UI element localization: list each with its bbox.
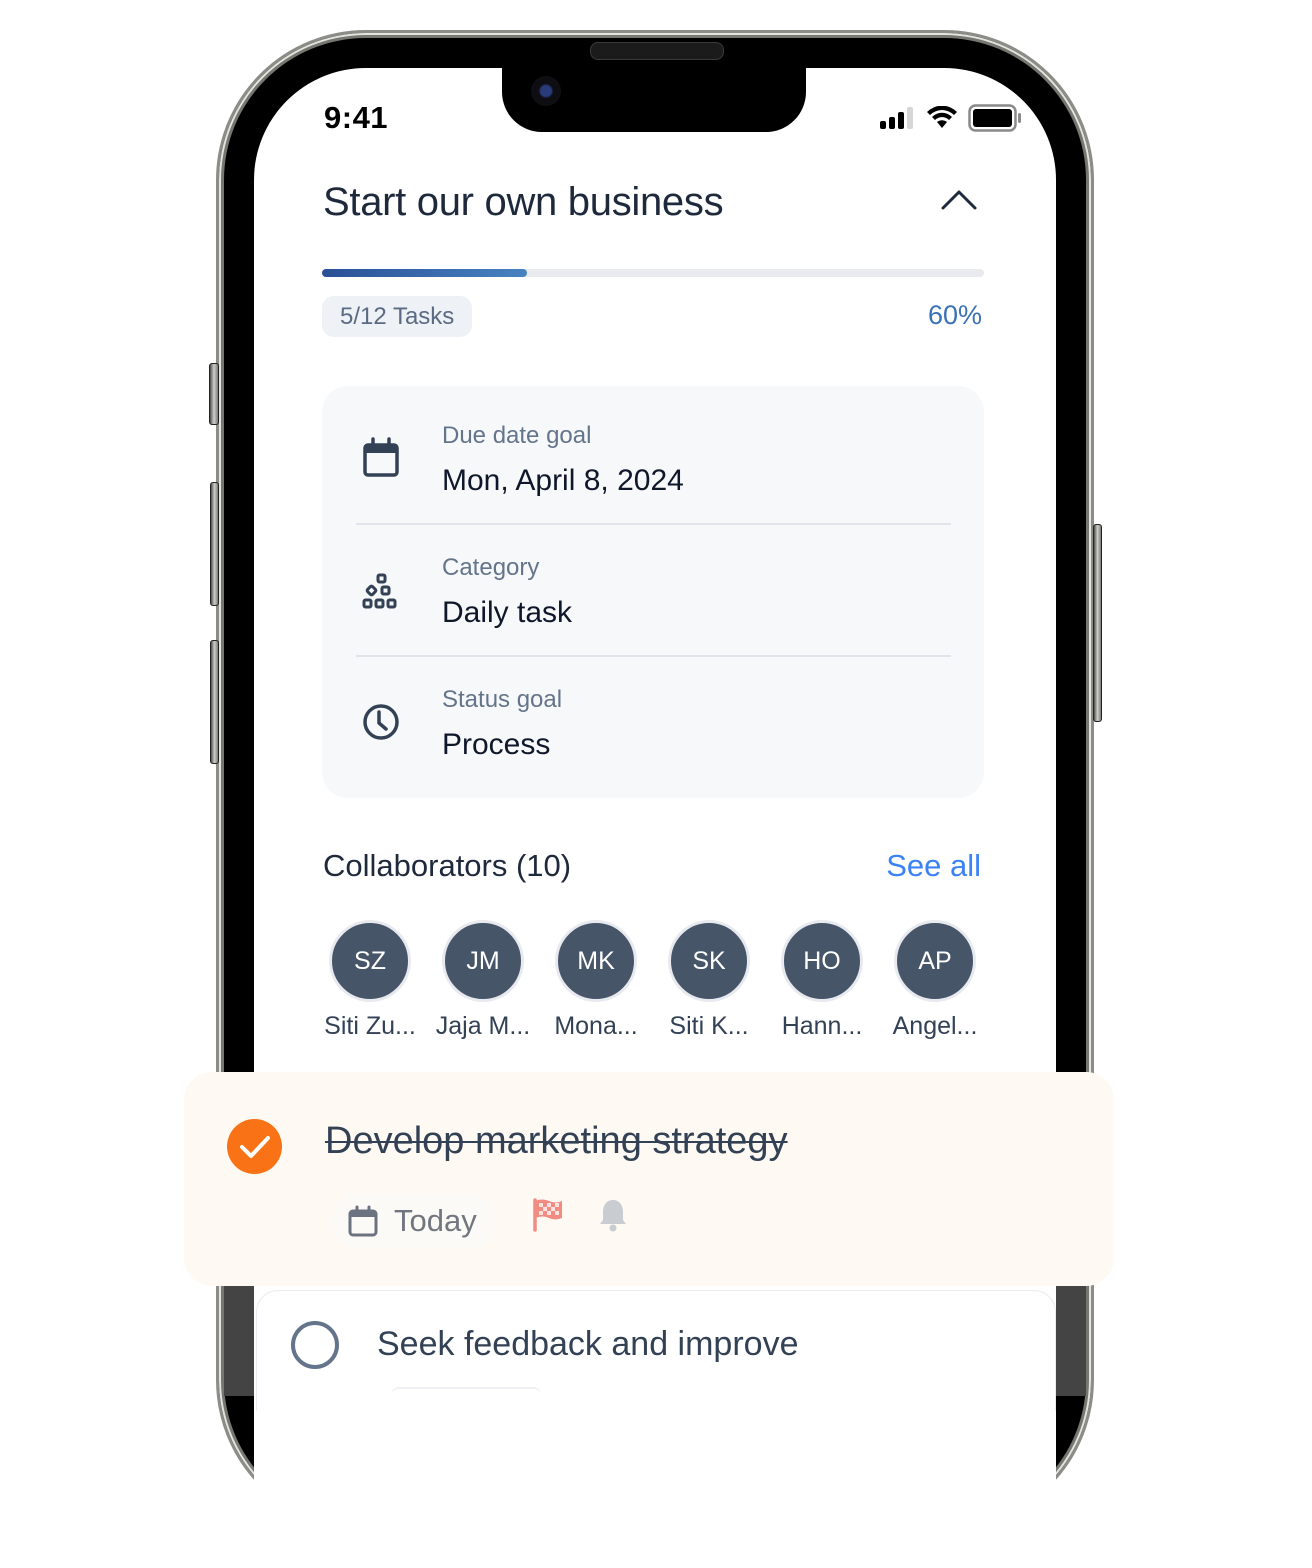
- detail-label: Due date goal: [442, 422, 592, 449]
- bell-icon[interactable]: [598, 1198, 628, 1232]
- front-camera: [531, 76, 561, 106]
- due-date-label: Today: [394, 1203, 477, 1238]
- detail-row-category[interactable]: Category Daily task: [322, 518, 984, 650]
- phone-power-button: [1093, 524, 1102, 722]
- calendar-icon: [363, 437, 399, 477]
- detail-value: Process: [442, 728, 551, 761]
- phone-volume-down-button: [210, 640, 219, 764]
- checkmark-icon: [240, 1136, 270, 1158]
- goal-title: Start our own business: [323, 180, 724, 224]
- collaborator-name: Hann...: [781, 1012, 863, 1040]
- status-icons: [880, 104, 1022, 132]
- avatar: JM: [442, 920, 524, 1002]
- detail-row-status[interactable]: Status goal Process: [322, 650, 984, 782]
- task-checkbox-unchecked[interactable]: [291, 1321, 339, 1369]
- cellular-signal-icon: [880, 107, 913, 129]
- collaborator-item[interactable]: SZ Siti Zu...: [320, 920, 420, 1041]
- category-blocks-icon: [362, 573, 397, 609]
- collaborator-name: Angel...: [892, 1012, 978, 1040]
- collaborator-item[interactable]: JM Jaja M...: [433, 920, 533, 1041]
- calendar-icon: [348, 1205, 378, 1237]
- detail-label: Status goal: [442, 686, 563, 713]
- dimmed-bezel-right: [1056, 1286, 1086, 1396]
- collaborator-name: Mona...: [554, 1012, 638, 1040]
- wifi-icon: [927, 106, 957, 128]
- battery-icon: [968, 104, 1021, 132]
- task-card-completed[interactable]: Develop marketing strategy Today: [184, 1072, 1114, 1286]
- task-checkbox-checked[interactable]: [227, 1119, 282, 1174]
- phone-silent-switch: [209, 363, 219, 425]
- collaborator-item[interactable]: HO Hann...: [772, 920, 872, 1041]
- progress-percent-label: 60%: [927, 300, 982, 330]
- collaborator-name: Siti Zu...: [324, 1012, 416, 1040]
- goal-details-card: Due date goal Mon, April 8, 2024 Categor…: [322, 386, 984, 798]
- task-title: Develop marketing strategy: [325, 1120, 788, 1162]
- goal-progress-bar: [322, 269, 984, 277]
- collaborator-name: Siti K...: [669, 1012, 749, 1040]
- task-card[interactable]: Seek feedback and improve: [256, 1290, 1056, 1411]
- tasks-count-badge: 5/12 Tasks: [322, 296, 473, 337]
- collaborators-title: Collaborators (10): [323, 848, 572, 883]
- chevron-up-icon[interactable]: [940, 184, 978, 214]
- phone-volume-up-button: [210, 482, 219, 606]
- avatar: AP: [894, 920, 976, 1002]
- collaborator-item[interactable]: AP Angel...: [885, 920, 985, 1041]
- avatar: SK: [668, 920, 750, 1002]
- status-time: 9:41: [324, 100, 389, 135]
- collaborator-item[interactable]: MK Mona...: [546, 920, 646, 1041]
- checkered-flag-icon[interactable]: [532, 1198, 564, 1232]
- task-title: Seek feedback and improve: [377, 1325, 799, 1363]
- collaborators-list: SZ Siti Zu... JM Jaja M... MK Mona... SK…: [322, 920, 992, 1050]
- clock-icon: [363, 704, 399, 740]
- collaborator-item[interactable]: SK Siti K...: [659, 920, 759, 1041]
- avatar: SZ: [329, 920, 411, 1002]
- dimmed-bezel-left: [224, 1286, 254, 1396]
- detail-label: Category: [442, 554, 540, 581]
- due-date-chip: [391, 1387, 541, 1399]
- collaborator-name: Jaja M...: [435, 1012, 531, 1040]
- detail-row-due-date[interactable]: Due date goal Mon, April 8, 2024: [322, 386, 984, 518]
- due-date-chip[interactable]: Today: [332, 1194, 497, 1248]
- goal-progress-fill: [322, 269, 528, 277]
- see-all-link[interactable]: See all: [886, 848, 981, 884]
- detail-value: Daily task: [442, 596, 573, 629]
- avatar: HO: [781, 920, 863, 1002]
- avatar: MK: [555, 920, 637, 1002]
- phone-speaker: [590, 42, 724, 60]
- detail-value: Mon, April 8, 2024: [442, 464, 684, 497]
